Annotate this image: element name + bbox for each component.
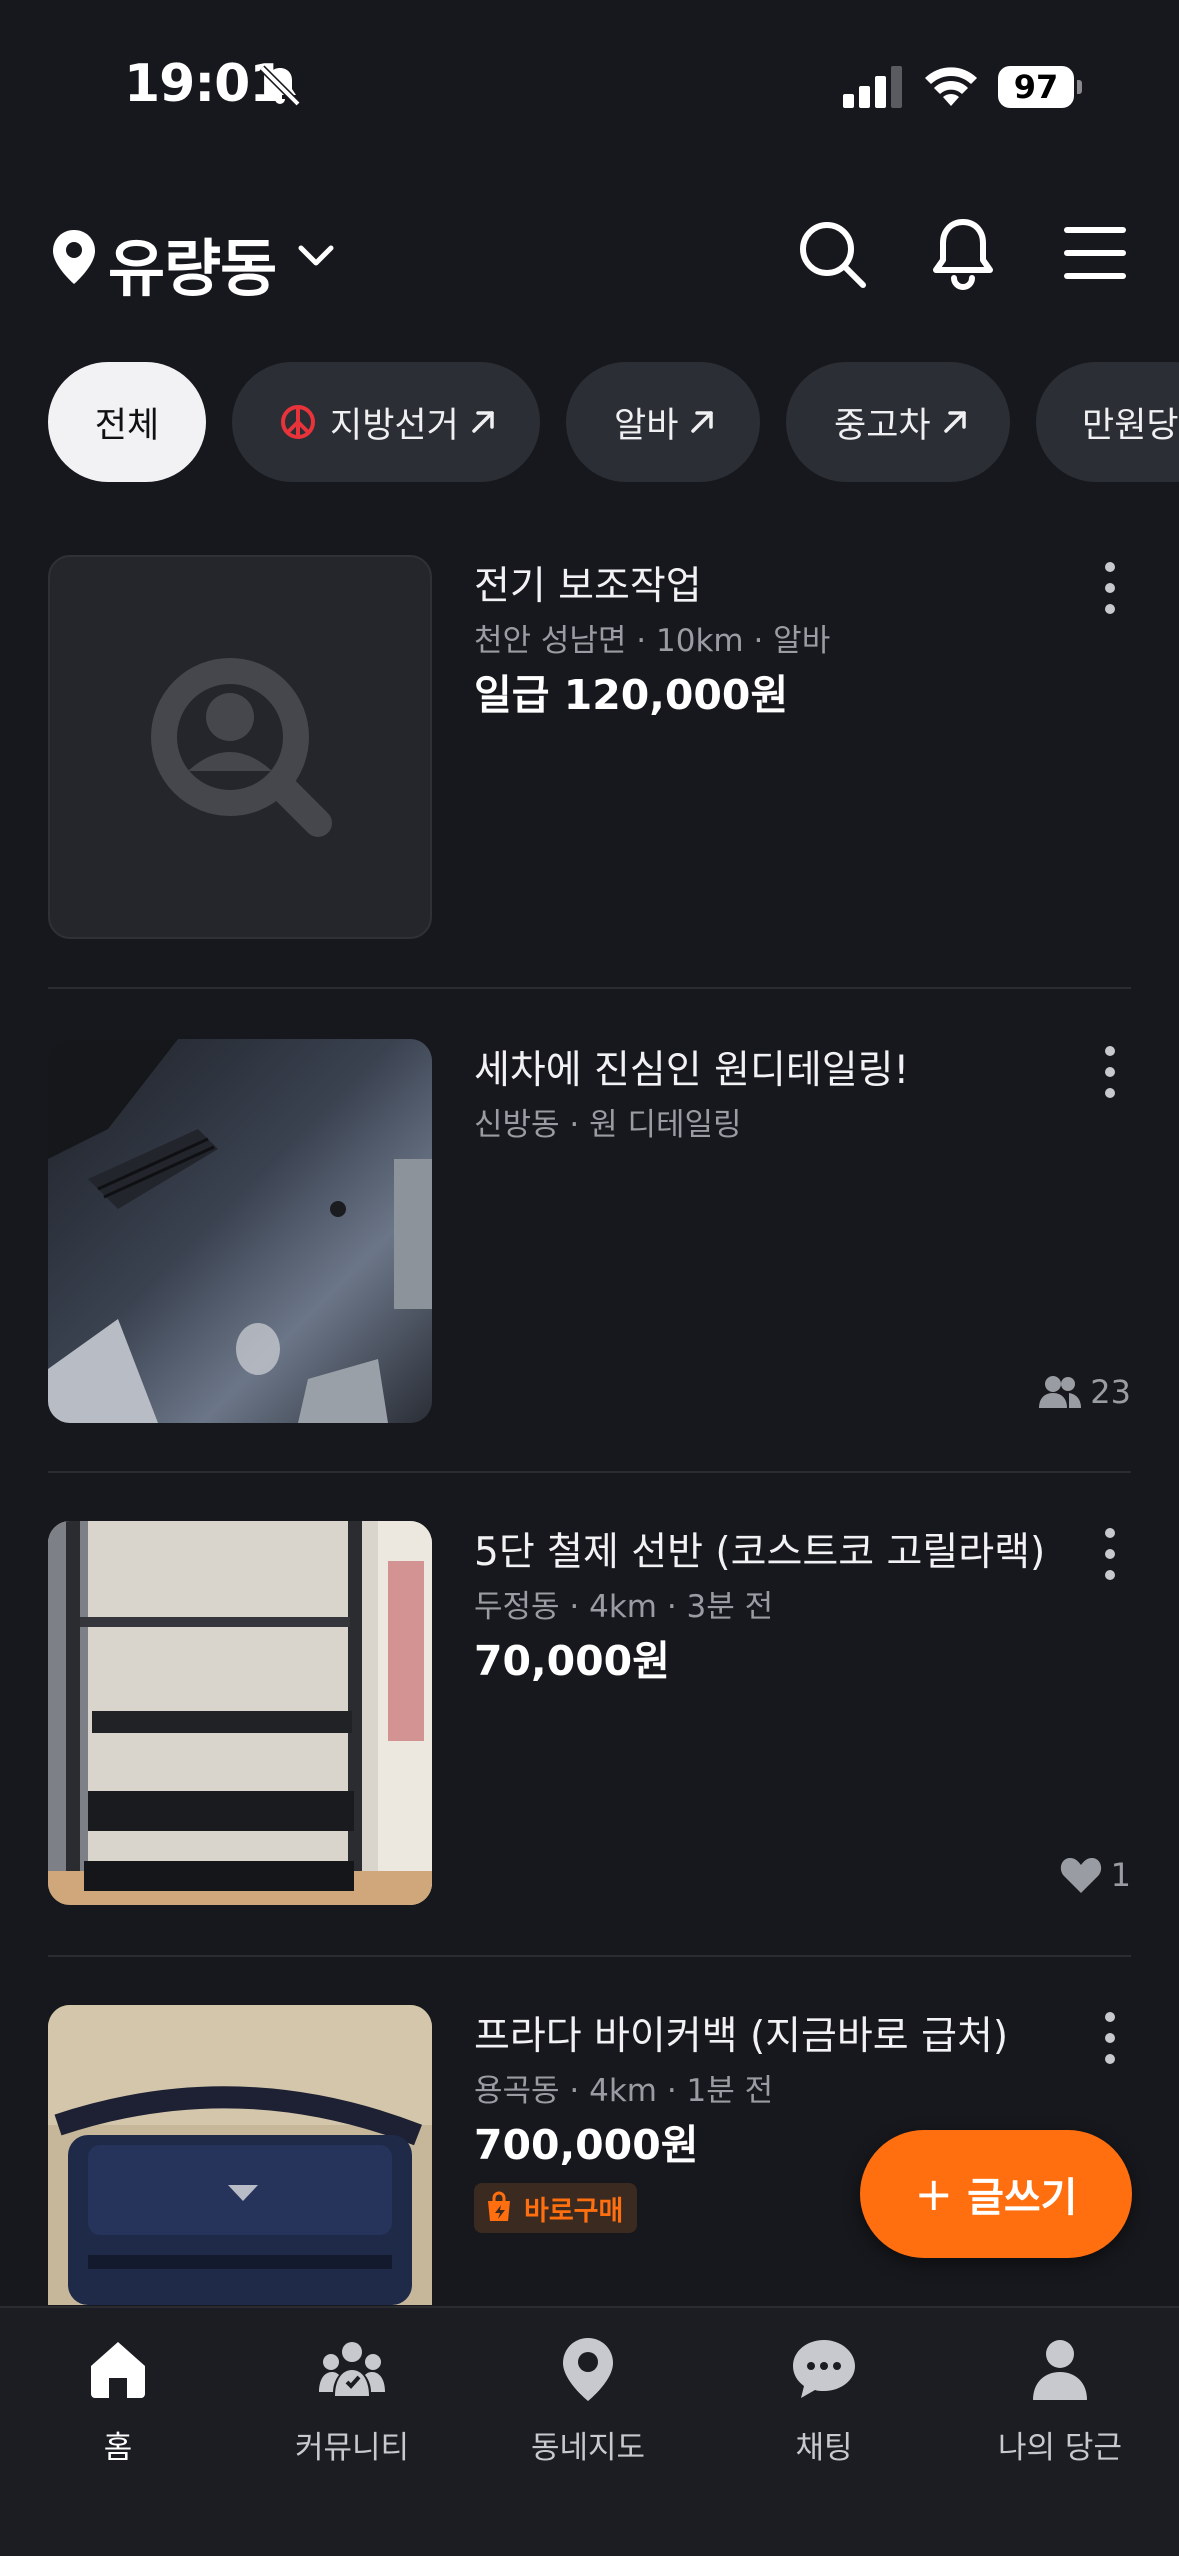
search-icon[interactable] <box>796 218 868 290</box>
badge-label: 바로구매 <box>524 2195 624 2227</box>
nav-label: 홈 <box>103 2430 133 2466</box>
chip-all[interactable]: 전체 <box>48 362 206 482</box>
car-mat-photo <box>48 1039 432 1423</box>
map-pin-icon <box>563 2338 613 2401</box>
battery-cap <box>1077 80 1082 94</box>
shelf-photo <box>48 1521 432 1905</box>
profile-icon <box>1033 2340 1087 2400</box>
divider <box>48 1955 1131 1957</box>
cellular-signal-icon <box>843 66 902 108</box>
chip-label: 전체 <box>94 405 160 446</box>
item-price: 70,000원 <box>474 1637 670 1685</box>
chip-used-car[interactable]: 중고차 <box>786 362 1010 482</box>
chip-part-time[interactable]: 알바 <box>566 362 760 482</box>
nav-label: 나의 당근 <box>998 2430 1122 2466</box>
item-price: 700,000원 <box>474 2121 699 2169</box>
nav-my-profile[interactable]: 나의 당근 <box>960 2334 1160 2484</box>
header: 유량동 <box>0 200 1179 310</box>
chip-label: 중고차 <box>834 405 931 446</box>
more-options-icon[interactable] <box>1099 2009 1121 2067</box>
arrow-up-right-icon <box>472 411 494 433</box>
home-icon <box>91 2342 145 2398</box>
stat-value: 23 <box>1090 1373 1131 1411</box>
battery-indicator: 97 <box>998 66 1082 108</box>
item-meta: 신방동 · 원 디테일링 <box>474 1107 742 1143</box>
item-meta: 천안 성남면 · 10km · 알바 <box>474 623 831 659</box>
likes-count: 1 <box>1059 1855 1131 1895</box>
biker-bag-image <box>48 2005 432 2305</box>
arrow-up-right-icon <box>943 411 966 433</box>
nav-home[interactable]: 홈 <box>18 2334 218 2484</box>
hamburger-menu-icon[interactable] <box>1064 224 1126 282</box>
followers-count: 23 <box>1038 1373 1131 1411</box>
category-chips: 전체 지방선거 알바 중고차 만원당 <box>0 362 1179 484</box>
nav-chat[interactable]: 채팅 <box>724 2334 924 2484</box>
item-title: 전기 보조작업 <box>474 564 702 609</box>
chat-icon <box>793 2340 855 2398</box>
arrow-up-right-icon <box>691 411 714 433</box>
location-pin-icon[interactable] <box>50 228 98 286</box>
job-placeholder-image <box>48 555 432 939</box>
write-post-label: 글쓰기 <box>967 2175 1078 2221</box>
divider <box>48 1471 1131 1473</box>
bag-photo <box>48 2005 432 2305</box>
plus-icon: + <box>914 2167 954 2221</box>
item-title: 5단 철제 선반 (코스트코 고릴라랙) <box>474 1530 1046 1575</box>
chip-label: 알바 <box>614 405 679 446</box>
heart-icon <box>1060 1858 1101 1893</box>
chip-under-10k[interactable]: 만원당 <box>1036 362 1179 482</box>
home-screen: 19:01 97 유량동 전체 지방선거 알바 중고차 만원당 전기 보조작업 … <box>0 0 1179 2556</box>
no-entry-sign-icon <box>281 405 315 439</box>
status-bar: 19:01 97 <box>0 0 1179 170</box>
nav-community[interactable]: 커뮤니티 <box>252 2334 452 2484</box>
battery-level: 97 <box>998 66 1074 108</box>
community-icon <box>319 2342 385 2396</box>
item-title: 세차에 진심인 원디테일링! <box>474 1048 910 1093</box>
item-meta: 두정동 · 4km · 3분 전 <box>474 1589 774 1625</box>
job-search-icon <box>151 658 332 837</box>
shopping-bag-icon <box>488 2191 510 2221</box>
direct-purchase-badge: 바로구매 <box>474 2183 638 2233</box>
metal-shelf-image <box>48 1521 432 1905</box>
nav-label: 커뮤니티 <box>294 2430 410 2466</box>
write-post-button[interactable]: + 글쓰기 <box>860 2130 1132 2258</box>
item-meta: 용곡동 · 4km · 1분 전 <box>474 2073 774 2109</box>
item-title: 프라다 바이커백 (지금바로 급처) <box>474 2014 1009 2059</box>
more-options-icon[interactable] <box>1099 1043 1121 1101</box>
stat-value: 1 <box>1110 1856 1131 1894</box>
chip-local-election[interactable]: 지방선거 <box>232 362 540 482</box>
item-price: 일급 120,000원 <box>474 671 789 719</box>
divider <box>48 987 1131 989</box>
chip-label: 지방선거 <box>330 405 459 446</box>
nav-label: 동네지도 <box>530 2430 646 2466</box>
nav-label: 채팅 <box>795 2430 853 2466</box>
car-interior-image <box>48 1039 432 1423</box>
bell-off-icon <box>259 65 301 107</box>
bottom-navigation: 홈 커뮤니티 동네지도 채팅 나의 당근 <box>0 2306 1179 2556</box>
wifi-icon <box>925 67 977 106</box>
chevron-down-icon[interactable] <box>296 240 336 270</box>
notification-bell-icon[interactable] <box>928 216 998 292</box>
chip-label: 만원당 <box>1082 405 1179 446</box>
location-selector[interactable]: 유량동 <box>108 218 277 308</box>
more-options-icon[interactable] <box>1099 1525 1121 1583</box>
people-icon <box>1039 1376 1082 1408</box>
more-options-icon[interactable] <box>1099 559 1121 617</box>
nav-neighborhood-map[interactable]: 동네지도 <box>488 2334 688 2484</box>
